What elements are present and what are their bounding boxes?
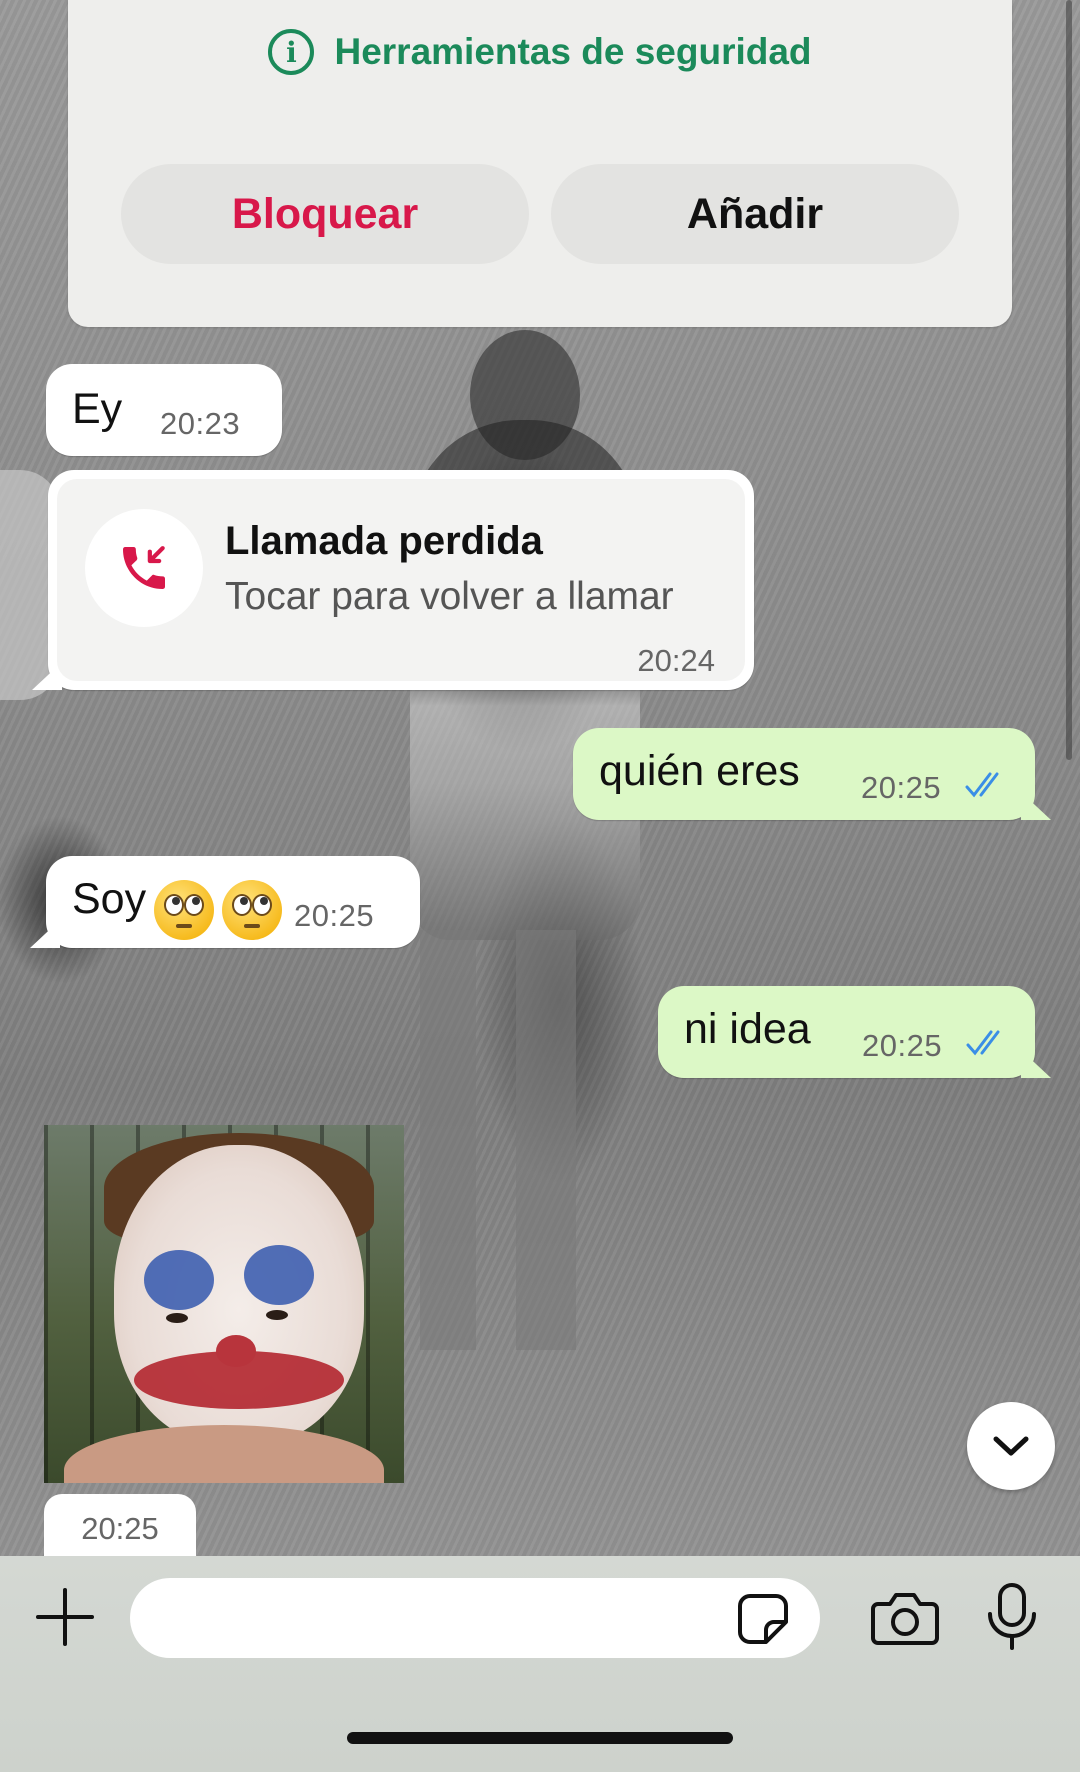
wallpaper-figure-legs — [400, 930, 600, 1350]
scroll-to-bottom-button[interactable] — [967, 1402, 1055, 1490]
message-time: 20:24 — [637, 643, 715, 678]
camera-icon[interactable] — [870, 1590, 940, 1646]
missed-call-title: Llamada perdida — [225, 519, 543, 563]
image-message[interactable] — [44, 1125, 404, 1483]
plus-icon[interactable] — [34, 1586, 96, 1648]
message-outgoing[interactable]: ni idea 20:25 — [658, 986, 1035, 1078]
face-with-rolling-eyes-icon — [154, 880, 214, 940]
message-text: quién eres — [599, 747, 800, 795]
composer-bar — [0, 1556, 1080, 1772]
message-time: 20:25 — [861, 770, 942, 805]
info-icon: i — [268, 29, 315, 75]
chevron-down-icon — [993, 1436, 1029, 1456]
microphone-icon[interactable] — [985, 1582, 1039, 1652]
message-time: 20:23 — [160, 406, 241, 441]
message-incoming[interactable]: Soy 20:25 — [46, 856, 420, 948]
sticker-icon[interactable] — [736, 1592, 790, 1646]
message-input[interactable] — [130, 1578, 820, 1658]
missed-call-icon-circle — [85, 509, 203, 627]
block-button[interactable]: Bloquear — [121, 164, 529, 264]
message-time: 20:25 — [862, 1028, 943, 1063]
missed-call-card[interactable]: Llamada perdida Tocar para volver a llam… — [57, 479, 745, 681]
message-text: Soy — [72, 875, 147, 923]
security-tools-link[interactable]: i Herramientas de seguridad — [68, 24, 1012, 80]
read-receipt-icon — [966, 1030, 1000, 1056]
missed-call-icon — [123, 546, 165, 589]
message-time: 20:25 — [294, 898, 375, 933]
message-incoming[interactable]: Ey 20:23 — [46, 364, 282, 456]
security-tools-label: Herramientas de seguridad — [334, 31, 812, 72]
security-tools-card: i Herramientas de seguridad Bloquear Aña… — [68, 0, 1012, 327]
face-with-rolling-eyes-icon — [222, 880, 282, 940]
add-contact-button[interactable]: Añadir — [551, 164, 959, 264]
home-indicator — [347, 1732, 733, 1744]
chat-scrollbar[interactable] — [1066, 0, 1072, 760]
message-text: Ey — [72, 385, 123, 433]
image-message-time: 20:25 — [44, 1494, 196, 1564]
read-receipt-icon — [965, 772, 999, 798]
missed-call-message[interactable]: Llamada perdida Tocar para volver a llam… — [48, 470, 754, 690]
message-outgoing[interactable]: quién eres 20:25 — [573, 728, 1035, 820]
missed-call-subtitle: Tocar para volver a llamar — [225, 575, 674, 618]
message-text: ni idea — [684, 1005, 811, 1053]
